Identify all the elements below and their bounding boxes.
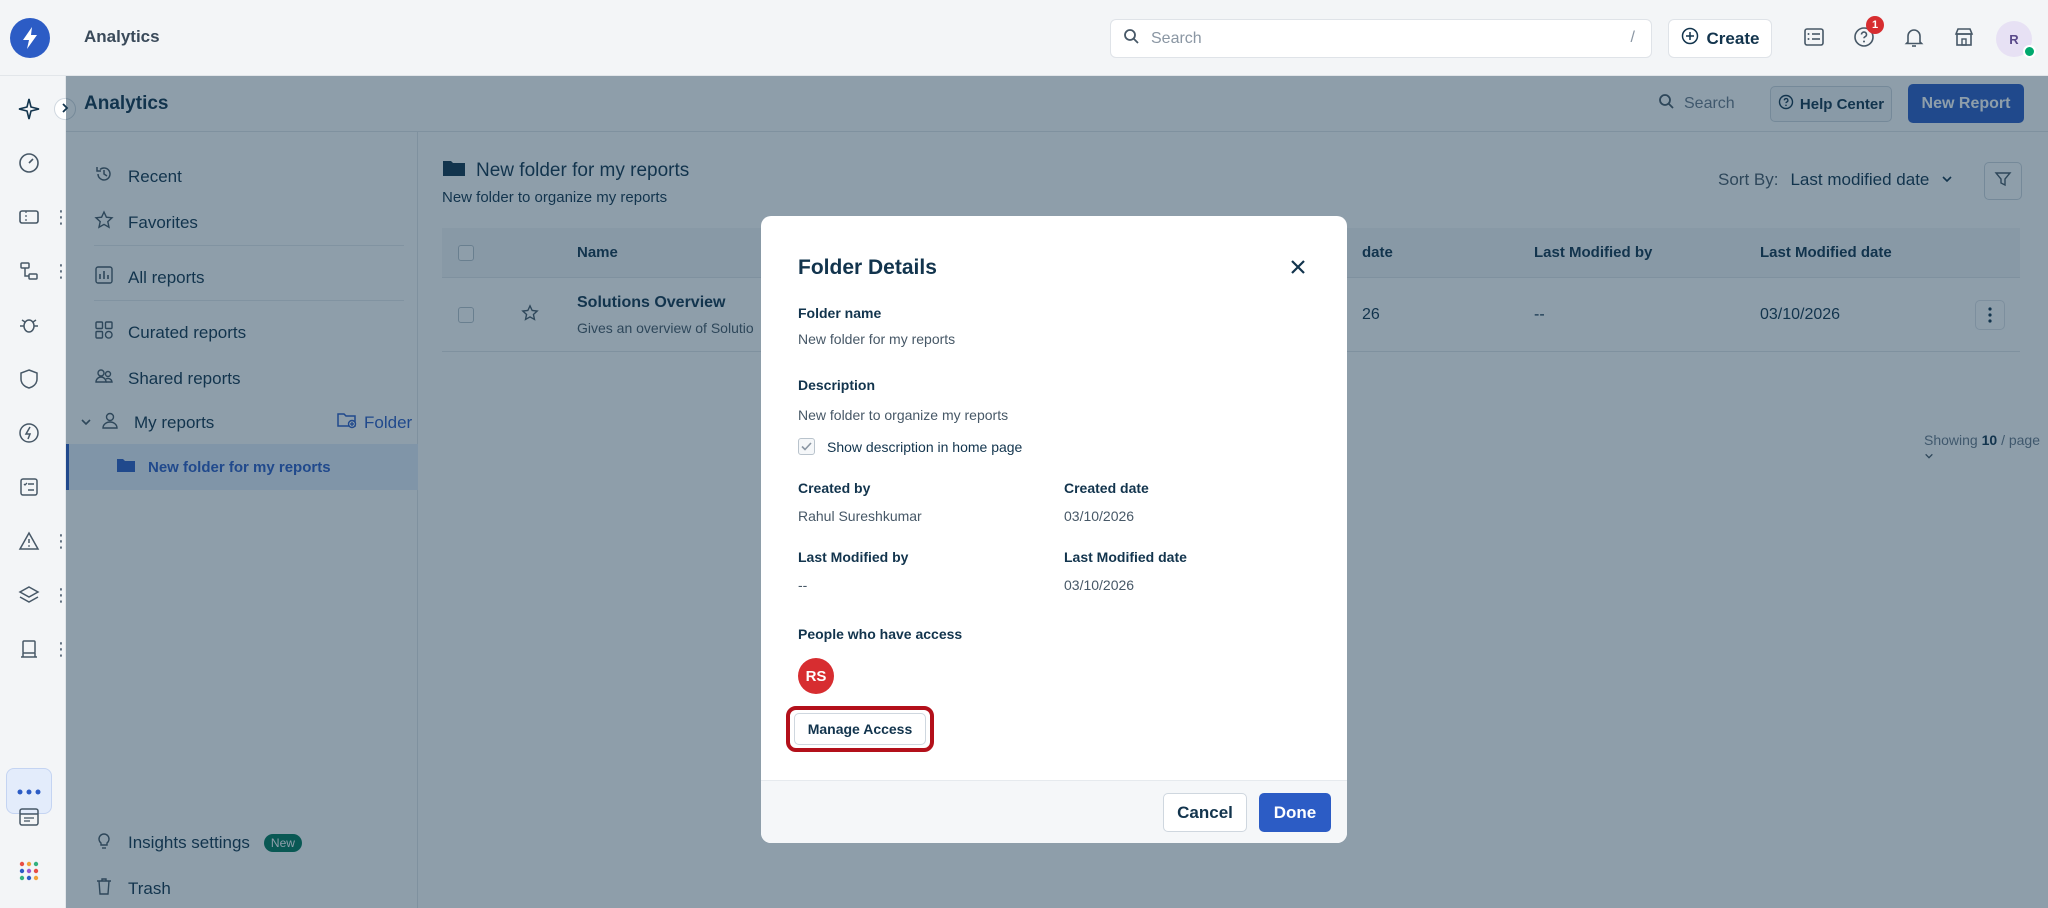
people-access-label: People who have access <box>798 626 963 642</box>
browser-window-icon[interactable] <box>14 802 44 832</box>
dashboard-gauge-icon[interactable] <box>14 148 44 178</box>
close-icon[interactable] <box>1285 254 1311 280</box>
avatar[interactable]: RS <box>798 658 834 694</box>
sparkle-icon[interactable] <box>14 94 44 124</box>
search-icon <box>1123 28 1139 49</box>
folder-details-modal: Folder Details Folder name New folder fo… <box>761 216 1347 843</box>
created-date-label: Created date <box>1064 480 1149 496</box>
last-modified-by-value: -- <box>798 577 808 593</box>
manage-access-button[interactable]: Manage Access <box>794 713 926 745</box>
done-button[interactable]: Done <box>1259 793 1331 832</box>
create-label: Create <box>1706 28 1760 48</box>
book-icon[interactable] <box>14 634 44 664</box>
online-status-dot <box>2023 45 2036 58</box>
top-bar: Analytics Search / Create 1 R <box>0 0 2048 76</box>
search-placeholder: Search <box>1151 29 1202 47</box>
last-modified-date-value: 03/10/2026 <box>1064 577 1135 593</box>
create-button[interactable]: Create <box>1668 19 1772 58</box>
search-shortcut-hint: / <box>1630 29 1635 46</box>
workflow-icon[interactable] <box>14 256 44 286</box>
app-switcher-grid-icon[interactable] <box>14 856 44 886</box>
change-circle-icon[interactable] <box>14 418 44 448</box>
shield-icon[interactable] <box>14 364 44 394</box>
store-icon[interactable] <box>1949 22 1979 52</box>
modal-footer: Cancel Done <box>761 780 1347 843</box>
description-value: New folder to organize my reports <box>798 407 1009 423</box>
tickets-icon[interactable] <box>1799 22 1829 52</box>
created-by-label: Created by <box>798 480 871 496</box>
app-title: Analytics <box>84 27 160 46</box>
created-by-value: Rahul Sureshkumar <box>798 508 922 524</box>
bell-icon[interactable] <box>1899 22 1929 52</box>
created-date-value: 03/10/2026 <box>1064 508 1135 524</box>
layers-icon[interactable] <box>14 580 44 610</box>
description-label: Description <box>798 377 876 393</box>
modal-title: Folder Details <box>798 256 937 279</box>
ellipsis-icon <box>17 782 41 800</box>
help-notification-badge: 1 <box>1866 16 1884 34</box>
global-search-input[interactable]: Search / <box>1110 19 1652 58</box>
folder-name-value: New folder for my reports <box>798 331 956 347</box>
checklist-icon[interactable] <box>14 472 44 502</box>
bug-icon[interactable] <box>14 310 44 340</box>
ticket-icon[interactable] <box>14 202 44 232</box>
folder-name-label: Folder name <box>798 305 882 321</box>
app-rail: ⋮ ⋮ ⋮ ⋮ ⋮ <box>0 76 70 908</box>
warning-icon[interactable] <box>14 526 44 556</box>
show-description-checkbox[interactable] <box>798 438 815 455</box>
last-modified-date-label: Last Modified date <box>1064 549 1187 565</box>
cancel-button[interactable]: Cancel <box>1163 793 1247 832</box>
last-modified-by-label: Last Modified by <box>798 549 909 565</box>
show-description-label[interactable]: Show description in home page <box>827 439 1022 455</box>
freshworks-logo-icon[interactable] <box>10 18 50 58</box>
plus-circle-icon <box>1681 27 1699 50</box>
